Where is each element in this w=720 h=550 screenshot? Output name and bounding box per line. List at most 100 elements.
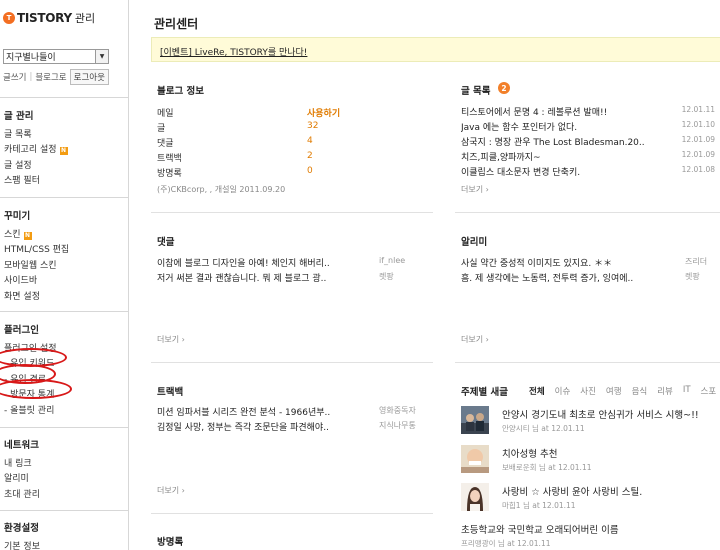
tab-review[interactable]: 리뷰 <box>657 385 673 397</box>
tab-all[interactable]: 전체 <box>529 385 545 397</box>
info-value[interactable]: 32 <box>307 121 318 136</box>
sidebar-item-label: 기본 정보 <box>4 542 40 550</box>
topic-item[interactable]: 초등학교와 국민학교 오래되어버린 이름 프리맹광이 님 at 12.01.11 <box>461 521 720 550</box>
sidebar-divider <box>0 427 129 428</box>
topic-title: 사랑비 ☆ 사랑비 윤아 사랑비 스틸. <box>502 487 643 498</box>
blog-home-link[interactable]: 블로그로 <box>35 71 66 83</box>
sidebar-item-spam-filter[interactable]: 스팸 필터 <box>4 174 68 189</box>
write-link[interactable]: 글쓰기 <box>3 71 26 83</box>
tistory-logo-icon: T <box>3 12 15 24</box>
tab-it[interactable]: IT <box>683 385 691 397</box>
sidebar-item-my-links[interactable]: 내 링크 <box>4 457 40 472</box>
topic-title: 안양시 경기도내 최초로 안심귀가 서비스 시행~!! <box>502 410 699 421</box>
trackback-row[interactable]: 김정일 사망, 정부는 즉각 조문단을 파견해야.. 지식나무통 <box>157 420 437 435</box>
event-banner: [이벤트] LiveRe, TISTORY를 만나다! <box>151 37 720 62</box>
blog-select[interactable]: 지구별나들이 ▼ <box>3 49 109 64</box>
sidebar-item-label: 글 설정 <box>4 160 32 171</box>
post-row[interactable]: 티스토어에서 문명 4 : 레볼루션 발매!! 12.01.11 <box>461 105 715 120</box>
blog-info-row: 댓글 4 <box>157 136 387 151</box>
blog-info-row: 트랙백 2 <box>157 151 387 166</box>
sidebar-section-settings: 환경설정 기본 정보 <box>4 520 40 550</box>
sidebar-item-allblet[interactable]: - 올블릿 관리 <box>4 404 57 419</box>
blog-select-value: 지구별나들이 <box>6 53 56 63</box>
topic-thumbnail-image <box>461 445 489 473</box>
tab-sports[interactable]: 스포 <box>701 385 717 397</box>
account-links: 글쓰기 | 블로그로 로그아웃 <box>3 69 109 85</box>
logout-button[interactable]: 로그아웃 <box>69 69 109 85</box>
sidebar-item-skin[interactable]: 스킨 N <box>4 228 69 243</box>
page-title: 관리센터 <box>154 17 199 31</box>
post-row[interactable]: 이클립스 대소문자 변경 단축키. 12.01.08 <box>461 165 715 180</box>
post-row[interactable]: Java 에는 함수 포인터가 없다. 12.01.10 <box>461 120 715 135</box>
notifier-row[interactable]: 사실 약간 중성적 이미지도 있지요. ＊＊ 즈리더 <box>461 256 720 271</box>
post-title: 치즈,피클,양파까지~ <box>461 153 541 163</box>
event-link[interactable]: [이벤트] LiveRe, TISTORY를 만나다! <box>160 45 307 58</box>
post-row[interactable]: 치즈,피클,양파까지~ 12.01.09 <box>461 150 715 165</box>
sidebar-item-notifier[interactable]: 알리미 <box>4 472 40 487</box>
blog-info-row: 글 32 <box>157 121 387 136</box>
sidebar-item-sidebar[interactable]: 사이드바 <box>4 274 69 289</box>
post-count-badge: 2 <box>498 82 510 94</box>
info-label: 메일 <box>157 109 174 119</box>
panel-divider <box>455 212 720 213</box>
sidebar-divider <box>0 97 129 98</box>
sidebar-item-post-list[interactable]: 글 목록 <box>4 128 68 143</box>
annotation-circle <box>0 379 72 399</box>
trackback-row[interactable]: 미션 임파서블 시리즈 완전 분석 - 1966년부.. 영화중독자 <box>157 405 437 420</box>
topic-posts-title: 주제별 새글 <box>461 387 509 398</box>
tistory-logo[interactable]: T TISTORY 관리 <box>3 10 95 26</box>
info-value[interactable]: 사용하기 <box>307 106 340 121</box>
sidebar-section-design: 꾸미기 스킨 N HTML/CSS 편집 모바일웹 스킨 사이드바 화면 설정 <box>4 208 69 305</box>
notifier-row[interactable]: 흠. 제 생각에는 노동력, 전투력 증가, 잉여에.. 렛팡 <box>461 271 720 286</box>
post-date: 12.01.11 <box>681 105 715 114</box>
tab-travel[interactable]: 여행 <box>606 385 622 397</box>
post-list-more-link[interactable]: 더보기 › <box>461 184 489 195</box>
sidebar-item-label: 내 링크 <box>4 459 32 469</box>
sidebar-item-mobile-skin[interactable]: 모바일웹 스킨 <box>4 259 69 274</box>
sidebar-section-title: 네트워크 <box>4 440 39 451</box>
sidebar-item-label: 글 목록 <box>4 130 32 140</box>
new-badge-icon: N <box>59 147 68 156</box>
trackbacks-more-link[interactable]: 더보기 › <box>157 485 185 496</box>
topic-title: 치아성형 추천 <box>502 449 558 460</box>
topic-item[interactable]: 사랑비 ☆ 사랑비 윤아 사랑비 스틸. 마힙1 님 at 12.01.11 <box>461 483 720 521</box>
sidebar-item-category[interactable]: 카테고리 설정 N <box>4 143 68 158</box>
blog-info-title: 블로그 정보 <box>157 86 205 97</box>
comment-row[interactable]: 저거 써본 결과 괜찮습니다. 뭐 제 블로그 광.. 렛팡 <box>157 271 437 286</box>
post-row[interactable]: 삼국지 : 명장 관우 The Lost Bladesman.20.. 12.0… <box>461 135 715 150</box>
sidebar-item-invites[interactable]: 초대 관리 <box>4 488 40 503</box>
sidebar-section-title: 플러그인 <box>4 325 39 336</box>
panel-divider <box>151 212 433 213</box>
topic-meta: 프리맹광이 님 at 12.01.11 <box>461 539 551 548</box>
sidebar-section-title: 꾸미기 <box>4 211 31 222</box>
trackback-author: 지식나무통 <box>379 421 416 430</box>
guestbook-title: 방명록 <box>157 537 184 548</box>
sidebar-section-network: 네트워크 내 링크 알리미 초대 관리 <box>4 437 40 503</box>
tab-issue[interactable]: 이슈 <box>555 385 571 397</box>
sidebar-item-html-css[interactable]: HTML/CSS 편집 <box>4 243 69 258</box>
sidebar-item-label: 모바일웹 스킨 <box>4 260 57 271</box>
topic-item[interactable]: 치아성형 추천 보배로운회 님 at 12.01.11 <box>461 445 720 483</box>
panel-divider <box>151 513 433 514</box>
notifier-author: 렛팡 <box>685 272 700 281</box>
tab-food[interactable]: 음식 <box>632 385 648 397</box>
info-value[interactable]: 4 <box>307 136 313 151</box>
comment-author: 렛팡 <box>379 272 394 281</box>
topic-meta: 보배로운회 님 at 12.01.11 <box>502 463 592 472</box>
brand-sub: 관리 <box>74 12 96 25</box>
sidebar-item-post-settings[interactable]: 글 설정 <box>4 159 68 174</box>
sidebar-divider <box>0 197 129 198</box>
notifier-more-link[interactable]: 더보기 › <box>461 334 489 345</box>
comment-row[interactable]: 이참에 블로그 디자인을 아예! 체인지 해버리.. if_nlee <box>157 256 437 271</box>
info-value[interactable]: 0 <box>307 166 313 181</box>
sidebar-item-screen-settings[interactable]: 화면 설정 <box>4 290 69 305</box>
info-value[interactable]: 2 <box>307 151 313 166</box>
sidebar-item-basic-info[interactable]: 기본 정보 <box>4 540 40 550</box>
trackback-author: 영화중독자 <box>379 406 416 415</box>
comments-more-link[interactable]: 더보기 › <box>157 334 185 345</box>
topic-item[interactable]: 안양시 경기도내 최초로 안심귀가 서비스 시행~!! 안양시티 님 at 12… <box>461 406 720 444</box>
tab-photo[interactable]: 사진 <box>580 385 596 397</box>
post-date: 12.01.09 <box>681 150 715 159</box>
chevron-down-icon[interactable]: ▼ <box>95 50 108 63</box>
sidebar-item-label: 카테고리 설정 <box>4 145 57 156</box>
